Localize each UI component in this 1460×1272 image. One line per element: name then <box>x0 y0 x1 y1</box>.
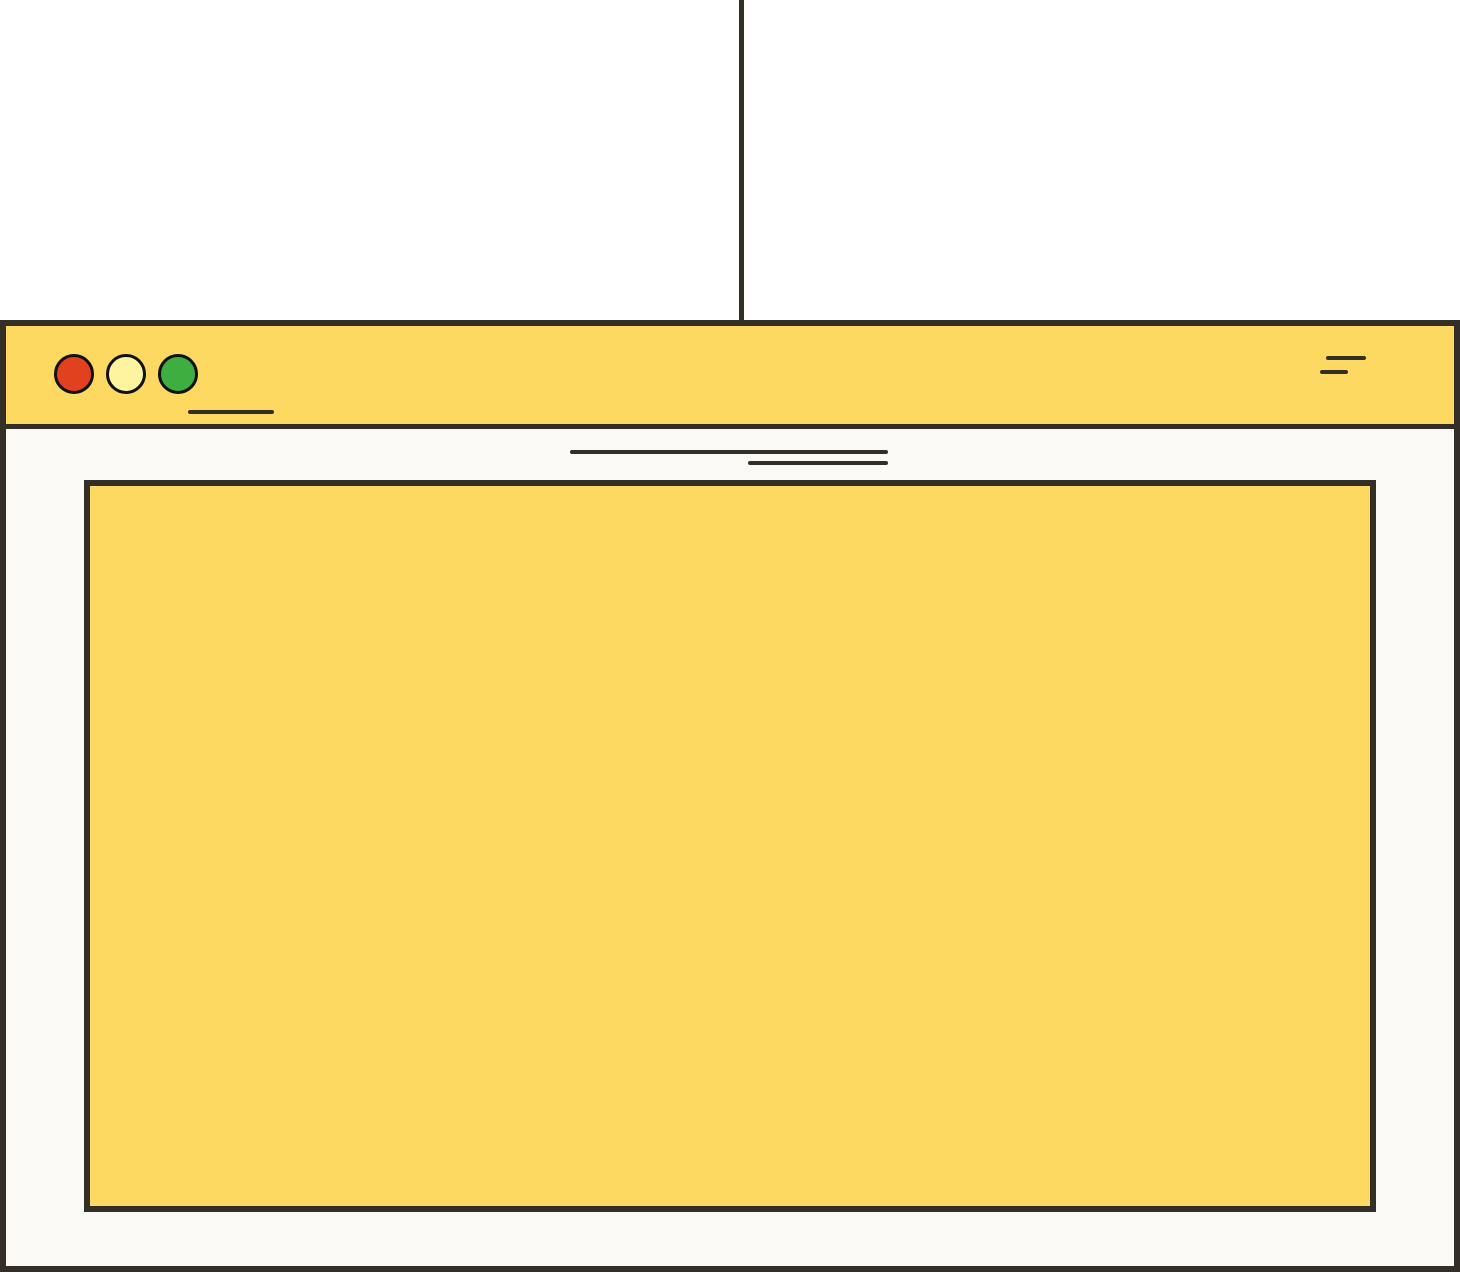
maximize-button[interactable] <box>158 354 198 394</box>
placeholder-text-line-short <box>748 461 888 465</box>
menu-line-bottom <box>1320 370 1348 374</box>
illustration-canvas <box>0 0 1460 1272</box>
minimize-button[interactable] <box>106 354 146 394</box>
menu-icon[interactable] <box>1318 356 1368 378</box>
menu-line-top <box>1326 356 1366 360</box>
placeholder-text-line <box>570 450 888 454</box>
close-button[interactable] <box>54 354 94 394</box>
browser-window <box>0 320 1460 1272</box>
tab-placeholder-line[interactable] <box>188 410 274 414</box>
title-bar <box>6 326 1454 429</box>
hanging-cord <box>739 0 744 323</box>
content-panel <box>84 480 1376 1212</box>
